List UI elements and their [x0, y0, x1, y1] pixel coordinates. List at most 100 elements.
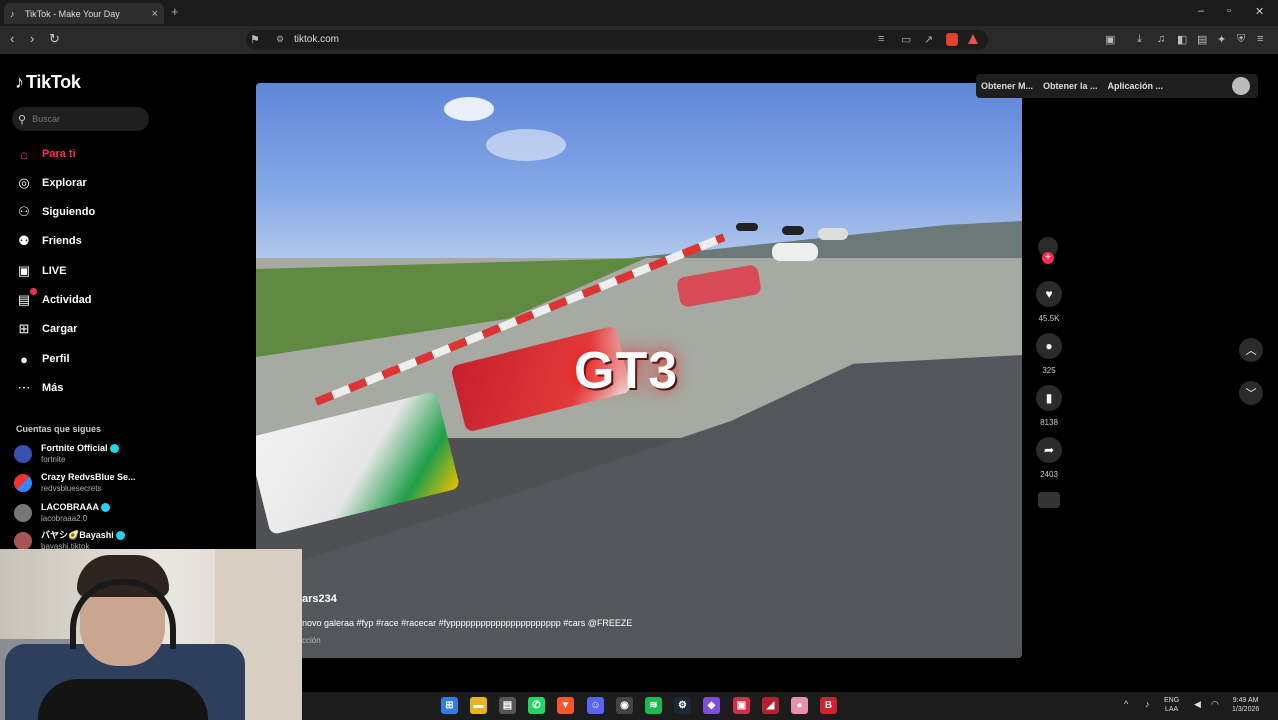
- site-info-icon[interactable]: ⚙: [276, 34, 284, 45]
- avatar: [14, 445, 32, 463]
- volume-icon[interactable]: ◀: [1194, 700, 1201, 709]
- app-icon[interactable]: ●: [791, 697, 808, 714]
- brave-browser-icon[interactable]: ▼: [557, 697, 574, 714]
- next-video-button[interactable]: ﹀: [1239, 381, 1263, 405]
- browser-tab[interactable]: ♪ TikTok - Make Your Day ×: [4, 3, 164, 24]
- comment-button[interactable]: ●: [1036, 333, 1062, 359]
- nav-mas[interactable]: ⋯ Más: [15, 378, 64, 398]
- tray-chevron-icon[interactable]: ^: [1124, 700, 1128, 709]
- account-name: LACOBRAAA: [41, 502, 99, 512]
- follow-plus-icon[interactable]: +: [1042, 252, 1054, 264]
- forward-icon[interactable]: ›: [30, 32, 34, 46]
- pc-app-button[interactable]: Aplicación ...: [1103, 81, 1169, 91]
- clock[interactable]: 9:49 AM 1/3/2026: [1232, 696, 1259, 714]
- reload-icon[interactable]: ↻: [49, 32, 60, 46]
- previous-video-button[interactable]: ︿: [1239, 338, 1263, 362]
- close-tab-icon[interactable]: ×: [152, 8, 158, 20]
- nav-cargar[interactable]: ⊞ Cargar: [15, 319, 78, 339]
- chrome-icon[interactable]: ◉: [616, 697, 633, 714]
- video-more-text[interactable]: cción: [302, 636, 321, 645]
- new-tab-icon[interactable]: +: [171, 4, 179, 19]
- search-icon: ⚲: [18, 113, 27, 126]
- account-handle: lacobraaa2.0: [41, 514, 88, 523]
- spotify-icon[interactable]: ≋: [645, 697, 662, 714]
- like-button[interactable]: ♥: [1036, 281, 1062, 307]
- avatar: [14, 532, 32, 550]
- brave-rewards-icon[interactable]: [968, 34, 978, 44]
- wifi-icon[interactable]: ◠: [1211, 700, 1219, 709]
- account-item[interactable]: LACOBRAAA lacobraaa2.0: [14, 502, 110, 524]
- close-window-icon[interactable]: ✕: [1255, 5, 1264, 18]
- steam-icon[interactable]: ⚙: [674, 697, 691, 714]
- language-indicator[interactable]: ENG LAA: [1164, 696, 1179, 714]
- get-coins-button[interactable]: Obtener M...: [976, 81, 1038, 91]
- nav-explorar[interactable]: ◎ Explorar: [15, 173, 86, 193]
- share-button[interactable]: ➦: [1036, 437, 1062, 463]
- back-icon[interactable]: ‹: [10, 32, 14, 46]
- restore-icon[interactable]: ▫: [1227, 5, 1231, 17]
- nav-friends[interactable]: ⚉ Friends: [15, 231, 82, 251]
- vpn-icon[interactable]: ⛨: [1237, 33, 1245, 46]
- address-bar[interactable]: ⚑ ⚙ tiktok.com ≡ ▭ ↗: [246, 30, 988, 50]
- split-view-icon[interactable]: ◧: [1177, 33, 1187, 46]
- menu-icon[interactable]: ≡: [1257, 33, 1263, 45]
- extensions-icon[interactable]: ✦: [1217, 33, 1226, 46]
- reader-icon[interactable]: ≡: [878, 33, 884, 45]
- account-name: Fortnite Official: [41, 443, 108, 453]
- following-icon: ⚇: [18, 204, 30, 219]
- mic-icon[interactable]: ♪: [1145, 700, 1150, 709]
- account-item[interactable]: Crazy RedvsBlue Se... redvsbluesecrets: [14, 472, 136, 494]
- share-arrow-icon: ➦: [1043, 443, 1055, 457]
- account-item[interactable]: Fortnite Official fortnite: [14, 443, 119, 465]
- app-icon[interactable]: ◢: [762, 697, 779, 714]
- nav-live[interactable]: ▣ LIVE: [15, 261, 67, 281]
- like-count: 45.5K: [1038, 314, 1060, 323]
- nav-siguiendo[interactable]: ⚇ Siguiendo: [15, 202, 95, 222]
- nav-label: Para ti: [42, 148, 76, 160]
- cast-icon[interactable]: ▭: [901, 33, 911, 46]
- bookmark-icon[interactable]: ⚑: [250, 33, 260, 46]
- search-box[interactable]: ⚲: [12, 107, 149, 131]
- file-explorer-icon[interactable]: ▬: [470, 697, 487, 714]
- account-handle: fortnite: [41, 455, 66, 464]
- get-app-button[interactable]: Obtener la ...: [1038, 81, 1103, 91]
- discord-icon[interactable]: ☺: [587, 697, 604, 714]
- save-button[interactable]: ▮: [1036, 385, 1062, 411]
- wallet-icon[interactable]: ▤: [1197, 33, 1207, 46]
- more-icon: ⋯: [17, 380, 31, 395]
- music-disc-icon[interactable]: [1038, 492, 1060, 508]
- user-avatar[interactable]: [1232, 77, 1250, 95]
- profile-icon: ●: [20, 351, 28, 367]
- app-icon[interactable]: ◆: [703, 697, 720, 714]
- nav-actividad[interactable]: ▤ Actividad: [15, 288, 92, 310]
- media-icon[interactable]: ♫: [1157, 33, 1165, 45]
- download-icon[interactable]: ⤓: [1137, 33, 1142, 46]
- comment-count: 325: [1042, 366, 1056, 375]
- nav-para-ti[interactable]: ⌂ Para ti: [15, 144, 76, 164]
- minimize-icon[interactable]: –: [1198, 5, 1204, 17]
- url-text: tiktok.com: [294, 34, 340, 45]
- whatsapp-icon[interactable]: ✆: [528, 697, 545, 714]
- tiktok-favicon-icon: ♪: [10, 8, 15, 19]
- brave-shields-icon[interactable]: [946, 33, 958, 46]
- race-car-distant: [736, 223, 758, 231]
- app-icon[interactable]: B: [820, 697, 837, 714]
- race-car-distant: [818, 228, 848, 240]
- live-icon: ▣: [17, 263, 31, 278]
- brand-name: TikTok: [26, 72, 81, 92]
- account-name: バヤシ🥑Bayashi: [41, 530, 114, 540]
- video-description[interactable]: novo galeraa #fyp #race #racecar #fypppp…: [302, 618, 632, 628]
- video-author[interactable]: ars234: [302, 593, 337, 605]
- app-icon[interactable]: ▣: [733, 697, 750, 714]
- nav-label: Actividad: [42, 294, 92, 306]
- share-icon[interactable]: ↗: [924, 33, 933, 46]
- video-player[interactable]: GT3 ars234 novo galeraa #fyp #race #race…: [256, 83, 1022, 658]
- sidebar-toggle-icon[interactable]: ▣: [1105, 33, 1115, 46]
- start-icon[interactable]: ⊞: [441, 697, 458, 714]
- tiktok-logo[interactable]: ♪ TikTok: [15, 72, 81, 93]
- nav-label: Perfil: [42, 353, 70, 365]
- nav-perfil[interactable]: ● Perfil: [15, 349, 70, 369]
- store-icon[interactable]: ▤: [499, 697, 516, 714]
- search-input[interactable]: [32, 114, 133, 124]
- bookmark-icon: ▮: [1045, 391, 1053, 405]
